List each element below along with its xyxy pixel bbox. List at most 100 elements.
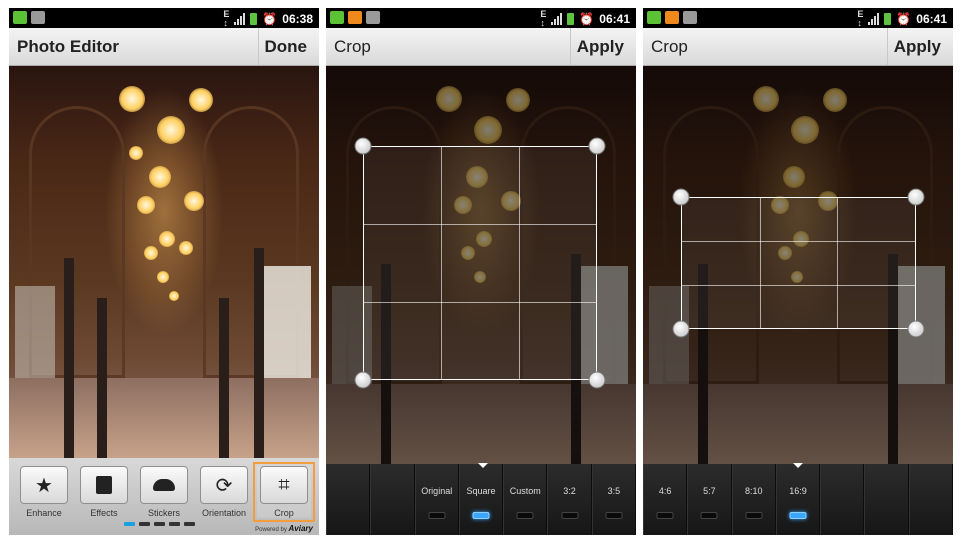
status-bar: E ↕ ⏰ 06:41 xyxy=(643,8,953,28)
ratio-empty xyxy=(370,464,415,535)
phone-screen-crop-square: E ↕ ⏰ 06:41 Crop Apply Original Square C… xyxy=(326,8,636,535)
photo-preview xyxy=(9,66,319,458)
edge-network-icon: E ↕ xyxy=(223,9,230,28)
title-bar: Photo Editor Done xyxy=(9,28,319,66)
ratio-indicator xyxy=(428,512,446,519)
ratio-label: 16:9 xyxy=(789,486,807,496)
crop-handle-top-right[interactable] xyxy=(588,137,606,155)
screen-title: Photo Editor xyxy=(17,37,119,56)
tool-crop[interactable]: ⌗ Crop xyxy=(253,462,315,522)
phone-screen-photo-editor: E ↕ ⏰ 06:38 Photo Editor Done ★ Enhance … xyxy=(9,8,319,535)
signal-icon xyxy=(551,13,563,25)
crop-handle-bottom-right[interactable] xyxy=(588,371,606,389)
ratio-3-2[interactable]: 3:2 xyxy=(547,464,592,535)
tool-label: Enhance xyxy=(26,508,62,518)
crop-handle-top-left[interactable] xyxy=(672,188,690,206)
ratio-3-5[interactable]: 3:5 xyxy=(591,464,636,535)
effects-icon xyxy=(96,476,112,494)
task-notification-icon xyxy=(683,11,697,24)
editor-toolbar: ★ Enhance Effects Stickers ⟳ Orientation… xyxy=(9,458,319,535)
ratio-label: 8:10 xyxy=(744,486,763,496)
ratio-5-7[interactable]: 5:7 xyxy=(687,464,732,535)
ratio-custom[interactable]: Custom xyxy=(503,464,548,535)
powered-by: Powered by Aviary xyxy=(255,524,313,533)
tool-label: Crop xyxy=(274,508,294,518)
tool-orientation[interactable]: ⟳ Orientation xyxy=(197,466,251,518)
edge-network-icon: E ↕ xyxy=(857,9,864,28)
ratio-original[interactable]: Original xyxy=(414,464,459,535)
chat-notification-icon xyxy=(330,11,344,24)
crop-icon: ⌗ xyxy=(278,473,290,496)
ratio-empty xyxy=(864,464,909,535)
chat-notification-icon xyxy=(647,11,661,24)
ratio-4-6[interactable]: 4:6 xyxy=(643,464,688,535)
tool-label: Stickers xyxy=(147,508,180,518)
ratio-indicator xyxy=(656,512,674,519)
ratio-empty xyxy=(820,464,865,535)
clock: 06:41 xyxy=(916,12,947,26)
crop-handle-top-right[interactable] xyxy=(907,188,925,206)
title-bar: Crop Apply xyxy=(326,28,636,66)
selection-pointer xyxy=(477,463,488,468)
crop-frame[interactable] xyxy=(681,197,916,329)
ratio-label: 5:7 xyxy=(703,486,716,496)
tool-label: Effects xyxy=(90,508,118,518)
crop-handle-bottom-right[interactable] xyxy=(907,320,925,338)
clock: 06:41 xyxy=(599,12,630,26)
tool-stickers[interactable]: Stickers xyxy=(137,466,191,518)
ratio-indicator-selected xyxy=(472,512,490,519)
crop-ratio-strip: Original Square Custom 3:2 3:5 xyxy=(326,463,636,535)
alarm-icon: ⏰ xyxy=(579,12,595,26)
crop-ratio-strip: 4:6 5:7 8:10 16:9 xyxy=(643,463,953,535)
ratio-empty xyxy=(326,464,371,535)
ratio-8-10[interactable]: 8:10 xyxy=(731,464,776,535)
crop-handle-bottom-left[interactable] xyxy=(354,371,372,389)
chat-notification-icon xyxy=(13,11,27,24)
battery-icon xyxy=(250,13,258,25)
battery-icon xyxy=(567,13,575,25)
ratio-square[interactable]: Square xyxy=(458,463,504,535)
tool-enhance[interactable]: ★ Enhance xyxy=(17,466,71,518)
signal-icon xyxy=(234,13,246,25)
ratio-indicator-selected xyxy=(789,512,807,519)
ratio-indicator xyxy=(561,512,579,519)
task-notification-icon xyxy=(31,11,45,24)
screen-title: Crop xyxy=(651,37,688,56)
update-notification-icon xyxy=(348,11,362,24)
selection-pointer xyxy=(792,463,803,468)
battery-icon xyxy=(884,13,892,25)
ratio-16-9[interactable]: 16:9 xyxy=(775,463,821,535)
ratio-label: 4:6 xyxy=(658,486,672,496)
alarm-icon: ⏰ xyxy=(262,12,278,26)
tool-effects[interactable]: Effects xyxy=(77,466,131,518)
clock: 06:38 xyxy=(282,12,313,26)
apply-button[interactable]: Apply xyxy=(886,28,947,65)
screen-title: Crop xyxy=(334,37,371,56)
done-button[interactable]: Done xyxy=(257,28,314,65)
tool-label: Orientation xyxy=(201,508,247,518)
star-icon: ★ xyxy=(35,474,53,497)
ratio-label: 3:5 xyxy=(607,486,621,496)
status-bar: E ↕ ⏰ 06:41 xyxy=(326,8,636,28)
status-bar: E ↕ ⏰ 06:38 xyxy=(9,8,319,28)
orientation-icon: ⟳ xyxy=(215,474,233,497)
aviary-logo: Aviary xyxy=(288,524,313,533)
title-bar: Crop Apply xyxy=(643,28,953,66)
ratio-indicator xyxy=(745,512,763,519)
ratio-indicator xyxy=(700,512,718,519)
ratio-label: 3:2 xyxy=(563,486,576,496)
signal-icon xyxy=(868,13,880,25)
ratio-label: Original xyxy=(421,486,453,496)
stickers-icon xyxy=(153,479,175,491)
phone-screen-crop-16-9: E ↕ ⏰ 06:41 Crop Apply 4:6 5:7 8:10 16:9 xyxy=(643,8,953,535)
task-notification-icon xyxy=(366,11,380,24)
apply-button[interactable]: Apply xyxy=(569,28,630,65)
crop-handle-bottom-left[interactable] xyxy=(672,320,690,338)
crop-handle-top-left[interactable] xyxy=(354,137,372,155)
crop-frame[interactable] xyxy=(363,146,597,380)
page-indicator xyxy=(124,522,195,526)
ratio-empty xyxy=(908,464,953,535)
photo-preview xyxy=(643,66,953,464)
ratio-label: Custom xyxy=(509,486,541,496)
alarm-icon: ⏰ xyxy=(896,12,912,26)
